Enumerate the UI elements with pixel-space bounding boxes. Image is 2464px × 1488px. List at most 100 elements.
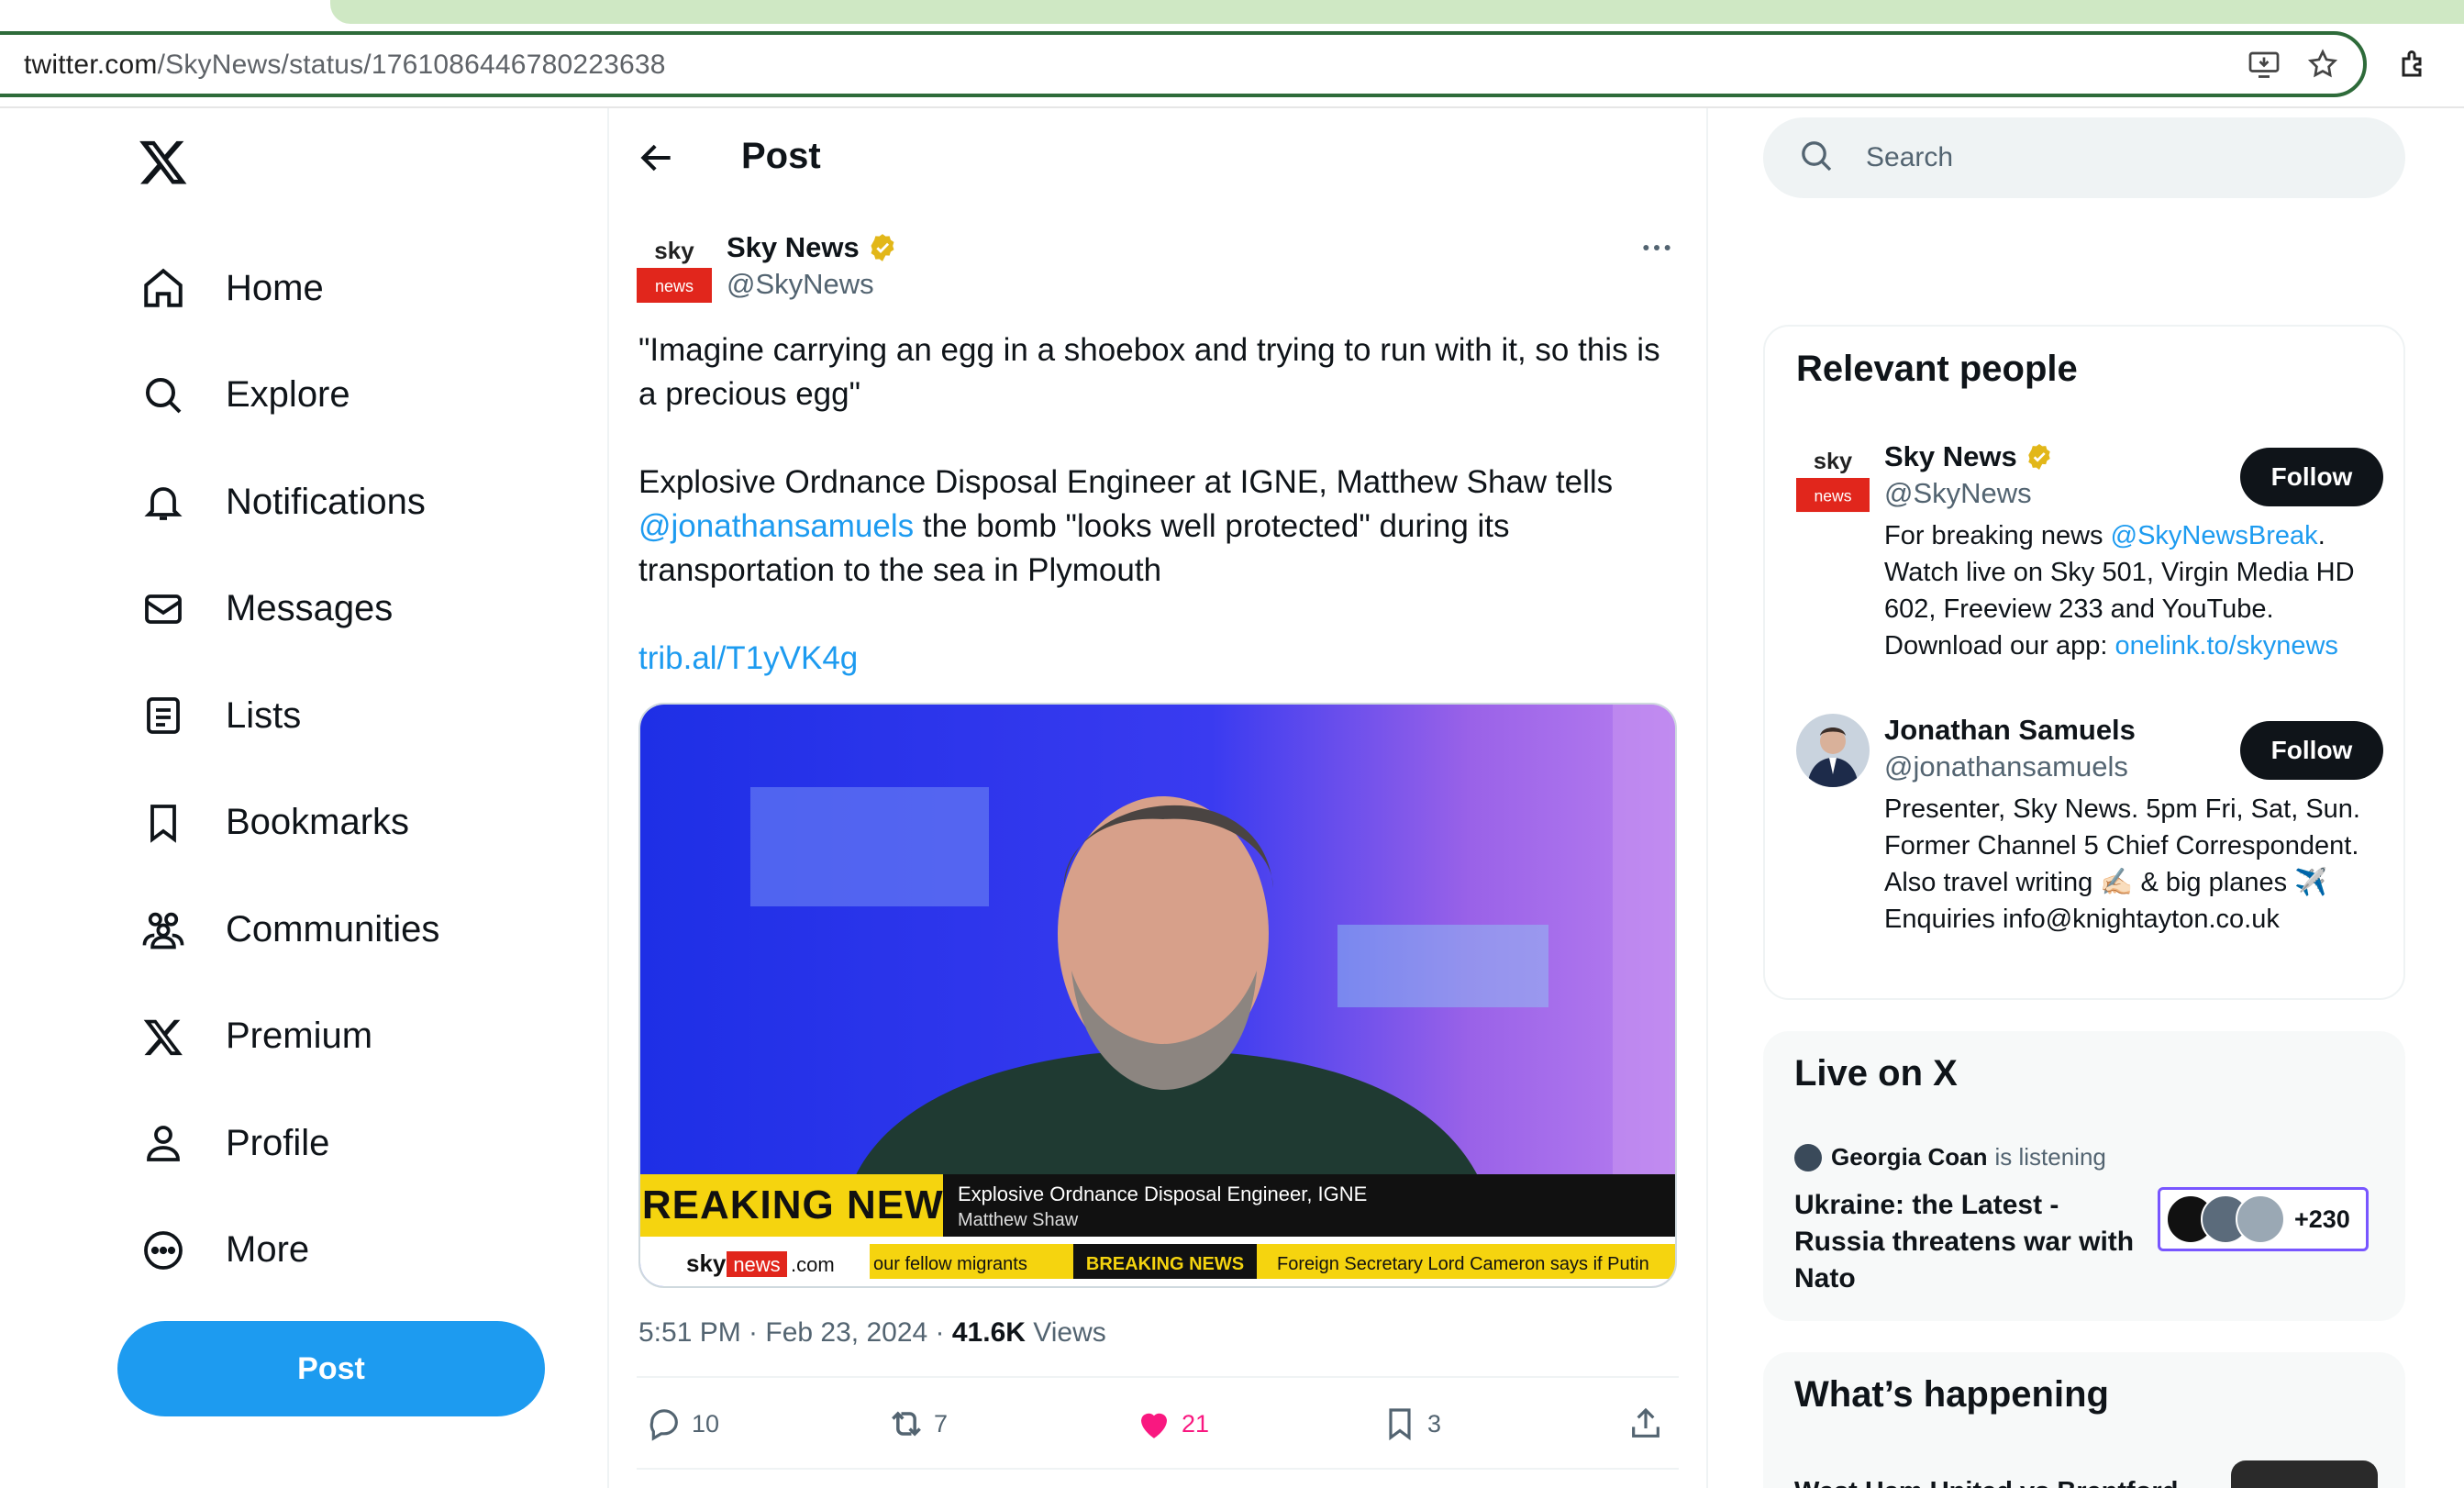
repost-icon — [886, 1404, 927, 1444]
nav-item-home[interactable]: Home — [138, 235, 439, 342]
person-name-text: Sky News — [1884, 440, 2017, 472]
nav-item-bookmarks[interactable]: Bookmarks — [138, 770, 439, 877]
tweet-text-segment: Explosive Ordnance Disposal Engineer at … — [638, 464, 1614, 500]
bookmark-icon — [138, 797, 189, 849]
reply-icon — [644, 1404, 684, 1444]
trend-thumbnail[interactable] — [2231, 1460, 2378, 1488]
host-status: is listening — [1994, 1143, 2106, 1171]
ticker-text-2: BREAKING NEWS — [1086, 1254, 1244, 1274]
author-handle[interactable]: @SkyNews — [727, 268, 874, 301]
follow-button[interactable]: Follow — [2240, 721, 2383, 780]
follow-button[interactable]: Follow — [2240, 448, 2383, 506]
url-text[interactable]: twitter.com/SkyNews/status/1761086446780… — [24, 50, 666, 81]
bell-icon — [138, 476, 189, 527]
x-logo-icon — [138, 1011, 189, 1062]
nav-label: Notifications — [226, 481, 426, 522]
heart-filled-icon — [1134, 1404, 1174, 1444]
search-input[interactable] — [1866, 134, 2380, 182]
avatar-news-text: news — [655, 277, 694, 295]
ticker-text-3: Foreign Secretary Lord Cameron says if P… — [1277, 1254, 1649, 1274]
url-host: twitter.com — [24, 50, 158, 80]
search-box[interactable] — [1763, 117, 2405, 198]
nav-item-premium[interactable]: Premium — [138, 983, 439, 1091]
tweet-meta: 5:51 PM · Feb 23, 2024 · 41.6K Views — [638, 1317, 1106, 1349]
column-divider-left — [607, 108, 609, 1488]
nav-item-more[interactable]: More — [138, 1197, 439, 1305]
tweet-timestamp[interactable]: 5:51 PM · Feb 23, 2024 · — [638, 1317, 952, 1348]
repost-button[interactable]: 7 — [886, 1404, 948, 1444]
active-tab[interactable] — [330, 0, 2464, 24]
space-title[interactable]: Ukraine: the Latest - Russia threatens w… — [1794, 1187, 2143, 1297]
view-count: 41.6K — [951, 1317, 1026, 1348]
person-handle: @SkyNews — [1884, 477, 2032, 509]
whats-happening-card: What’s happening West Ham United vs Bren… — [1763, 1352, 2405, 1488]
url-path: /SkyNews/status/1761086446780223638 — [157, 50, 666, 80]
bio-url-link[interactable]: onelink.to/skynews — [2115, 631, 2338, 661]
nav-item-communities[interactable]: Communities — [138, 876, 439, 983]
page-title: Post — [741, 136, 821, 176]
nav-item-profile[interactable]: Profile — [138, 1090, 439, 1197]
extensions-icon[interactable] — [2394, 44, 2435, 84]
author-name[interactable]: Sky News — [727, 231, 898, 264]
list-icon — [138, 690, 189, 741]
ticker-brand-sky: sky — [686, 1249, 727, 1277]
live-host-row[interactable]: Georgia Coan is listening — [1794, 1143, 2106, 1172]
nav-item-messages[interactable]: Messages — [138, 556, 439, 663]
nav-label: Premium — [226, 1016, 373, 1057]
nav-label: Home — [226, 267, 324, 308]
bookmark-icon — [1380, 1404, 1420, 1444]
primary-nav: Home Explore Notifications Messages List… — [138, 235, 439, 1304]
ticker-brand-com: .com — [791, 1253, 835, 1276]
share-icon — [1626, 1404, 1666, 1444]
avatar: sky news — [1796, 440, 1870, 514]
more-circle-icon — [138, 1225, 189, 1276]
person-jonathan-samuels[interactable]: Jonathan Samuels @jonathansamuels Presen… — [1796, 714, 2383, 980]
studio-light-panel — [750, 787, 989, 906]
trend-item[interactable]: West Ham United vs Brentford — [1794, 1477, 2178, 1488]
nav-item-lists[interactable]: Lists — [138, 662, 439, 770]
host-avatar — [1794, 1143, 1822, 1172]
nav-item-explore[interactable]: Explore — [138, 342, 439, 450]
caption-name-text: Matthew Shaw — [958, 1210, 1079, 1230]
relevant-people-card: Relevant people sky news Sky News @SkyNe… — [1763, 325, 2405, 1000]
avatar-news-text: news — [1815, 486, 1852, 505]
reply-button[interactable]: 10 — [644, 1404, 719, 1444]
person-icon — [138, 1117, 189, 1169]
nav-item-notifications[interactable]: Notifications — [138, 449, 439, 556]
avatar-sky-text: sky — [1814, 449, 1852, 474]
repost-count: 7 — [934, 1409, 949, 1438]
divider — [637, 1376, 1679, 1378]
caption-title-text: Explosive Ordnance Disposal Engineer, IG… — [958, 1183, 1367, 1205]
share-button[interactable] — [1626, 1404, 1673, 1444]
tweet-video[interactable]: BREAKING NEWS Explosive Ordnance Disposa… — [638, 703, 1677, 1288]
host-name: Georgia Coan — [1831, 1143, 1988, 1171]
back-arrow-icon[interactable] — [637, 138, 681, 182]
author-avatar[interactable]: sky news — [637, 229, 712, 305]
tweet-text: "Imagine carrying an egg in a shoebox an… — [638, 328, 1684, 725]
nav-label: Profile — [226, 1122, 330, 1163]
tweet-actions: 10 7 21 3 — [638, 1404, 1681, 1449]
nav-label: Explore — [226, 374, 350, 416]
ticker-brand-news: news — [733, 1253, 780, 1276]
person-bio: Presenter, Sky News. 5pm Fri, Sat, Sun. … — [1884, 794, 2360, 934]
x-logo-icon[interactable] — [138, 136, 189, 187]
mention-link[interactable]: @jonathansamuels — [638, 508, 914, 544]
bookmark-star-icon[interactable] — [2303, 44, 2343, 84]
bio-mention-link[interactable]: @SkyNewsBreak — [2111, 521, 2318, 550]
like-button[interactable]: 21 — [1134, 1404, 1209, 1444]
views-label: Views — [1025, 1317, 1106, 1348]
person-name: Sky News — [1884, 440, 2054, 473]
tweet-url-link[interactable]: trib.al/T1yVK4g — [638, 640, 858, 676]
verified-badge-icon — [867, 232, 898, 263]
space-listeners[interactable]: +230 — [2158, 1187, 2369, 1251]
home-icon — [138, 262, 189, 314]
install-app-icon[interactable] — [2244, 44, 2284, 84]
person-bio: For breaking news @SkyNewsBreak. Watch l… — [1884, 517, 2387, 664]
bookmark-button[interactable]: 3 — [1380, 1404, 1441, 1444]
search-icon — [1798, 138, 1838, 178]
compose-post-button[interactable]: Post — [117, 1321, 545, 1416]
person-handle: @jonathansamuels — [1884, 750, 2128, 783]
person-sky-news[interactable]: sky news Sky News @SkyNews For breaking … — [1796, 440, 2383, 679]
more-options-icon[interactable] — [1638, 229, 1681, 266]
live-on-x-title: Live on X — [1794, 1053, 1958, 1094]
